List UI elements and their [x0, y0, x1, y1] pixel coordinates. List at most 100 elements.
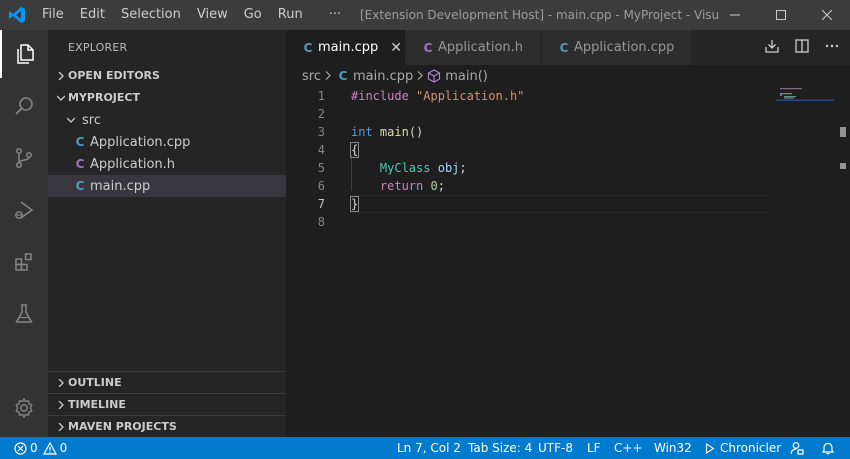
keyword-token: int	[351, 125, 373, 139]
file-item-main-cpp[interactable]: C main.cpp	[48, 175, 286, 197]
ellipsis-icon	[825, 44, 839, 47]
cursor-position[interactable]: Ln 7, Col 2	[397, 437, 461, 459]
menu-run[interactable]: Run	[270, 0, 311, 30]
code-editor[interactable]: 1 #include "Application.h" 2 3 int main(…	[286, 87, 850, 231]
code-text: int main()	[351, 125, 423, 139]
line-number: 2	[317, 107, 325, 121]
file-label: Application.h	[90, 156, 176, 172]
gear-icon	[15, 397, 33, 419]
timeline-section[interactable]: TIMELINE	[48, 393, 286, 415]
split-editor-icon	[795, 38, 809, 53]
extensions-icon	[15, 253, 32, 271]
platform-config[interactable]: Win32	[654, 437, 692, 459]
editor-area: C main.cpp ✕ C Application.h C Applicati…	[286, 30, 850, 437]
tab-main-cpp[interactable]: C main.cpp ✕	[286, 30, 406, 65]
search-button[interactable]	[0, 82, 48, 130]
file-item-application-h[interactable]: C Application.h	[48, 153, 286, 175]
editor-tabs: C main.cpp ✕ C Application.h C Applicati…	[286, 30, 850, 65]
editor-actions	[764, 30, 840, 65]
manage-button[interactable]	[0, 384, 48, 432]
code-line: 5 MyClass obj;	[286, 159, 850, 177]
search-icon	[15, 97, 33, 115]
bell-icon	[821, 442, 835, 455]
code-line: 2	[286, 105, 850, 123]
activity-bar	[0, 30, 48, 437]
code-text: }	[349, 196, 360, 212]
menu-selection[interactable]: Selection	[113, 0, 189, 30]
outline-label: OUTLINE	[68, 375, 122, 389]
menu-bar: File Edit Selection View Go Run ···	[34, 0, 349, 30]
encoding[interactable]: UTF-8	[538, 437, 573, 459]
line-number: 7	[317, 197, 325, 211]
chevron-right-icon	[417, 69, 424, 84]
warning-count: 0	[59, 441, 68, 455]
editor-action-download[interactable]	[764, 38, 780, 58]
open-editors-section[interactable]: OPEN EDITORS	[48, 65, 286, 87]
line-number: 5	[317, 161, 325, 175]
problems-indicator[interactable]: 0 0	[14, 437, 67, 459]
chronicler-status[interactable]: Chronicler	[705, 437, 781, 459]
folder-src[interactable]: src	[48, 109, 286, 131]
status-bar: 0 0 Ln 7, Col 2 Tab Size: 4 UTF-8 LF C++…	[0, 437, 850, 459]
warning-icon	[42, 441, 57, 455]
menu-edit[interactable]: Edit	[72, 0, 113, 30]
cpp-file-icon: C	[303, 40, 313, 55]
project-section[interactable]: MYPROJECT	[48, 87, 286, 109]
tab-size[interactable]: Tab Size: 4	[468, 437, 532, 459]
notifications-button[interactable]	[821, 437, 835, 459]
run-debug-button[interactable]	[0, 186, 48, 234]
line-number: 4	[317, 143, 325, 157]
vertical-scrollbar[interactable]	[836, 87, 850, 437]
explorer-button[interactable]	[0, 30, 48, 78]
variable-token: obj	[437, 161, 460, 175]
method-symbol-icon	[427, 69, 441, 83]
menu-view[interactable]: View	[189, 0, 236, 30]
title-bar: File Edit Selection View Go Run ··· [Ext…	[0, 0, 850, 30]
breadcrumb-folder[interactable]: src	[302, 69, 321, 84]
minimize-button[interactable]	[712, 0, 758, 30]
source-control-button[interactable]	[0, 134, 48, 182]
header-file-icon: C	[75, 157, 85, 171]
testing-button[interactable]	[0, 290, 48, 338]
menu-file[interactable]: File	[34, 0, 72, 30]
code-line: 6 return 0;	[286, 177, 850, 195]
more-actions-button[interactable]	[824, 38, 840, 58]
type-token: MyClass	[379, 161, 431, 175]
language-mode[interactable]: C++	[614, 437, 643, 459]
source-control-icon	[15, 147, 33, 169]
tab-label: Application.h	[438, 40, 524, 55]
breadcrumb-file[interactable]: main.cpp	[353, 69, 413, 84]
chevron-right-icon	[54, 72, 68, 80]
maximize-button[interactable]	[758, 0, 804, 30]
run-debug-icon	[15, 201, 34, 219]
breadcrumb-symbol[interactable]: main()	[445, 69, 488, 84]
line-number: 6	[317, 179, 325, 193]
extensions-button[interactable]	[0, 238, 48, 286]
end-of-line[interactable]: LF	[587, 437, 601, 459]
window-controls	[712, 0, 850, 30]
close-tab-icon[interactable]: ✕	[390, 40, 402, 56]
menu-more[interactable]: ···	[321, 0, 349, 30]
tab-application-h[interactable]: C Application.h	[406, 30, 542, 65]
feedback-button[interactable]	[790, 437, 804, 459]
cpp-file-icon: C	[559, 40, 569, 55]
split-editor-button[interactable]	[794, 38, 810, 58]
minimap[interactable]	[776, 87, 836, 147]
line-number: 3	[317, 125, 325, 139]
code-line: 3 int main()	[286, 123, 850, 141]
code-line: 4 {	[286, 141, 850, 159]
cpp-file-icon: C	[75, 135, 85, 149]
close-window-button[interactable]	[804, 0, 850, 30]
download-icon	[765, 39, 779, 53]
outline-section[interactable]: OUTLINE	[48, 371, 286, 393]
maven-projects-section[interactable]: MAVEN PROJECTS	[48, 415, 286, 437]
folder-label: src	[82, 112, 101, 128]
tab-application-cpp[interactable]: C Application.cpp	[542, 30, 692, 65]
file-item-application-cpp[interactable]: C Application.cpp	[48, 131, 286, 153]
flask-icon	[15, 304, 33, 323]
window-title: [Extension Development Host] - main.cpp …	[360, 8, 720, 22]
line-number: 1	[317, 89, 325, 103]
string-token: "Application.h"	[416, 89, 525, 103]
menu-go[interactable]: Go	[236, 0, 270, 30]
punctuation-token: ;	[459, 161, 467, 175]
